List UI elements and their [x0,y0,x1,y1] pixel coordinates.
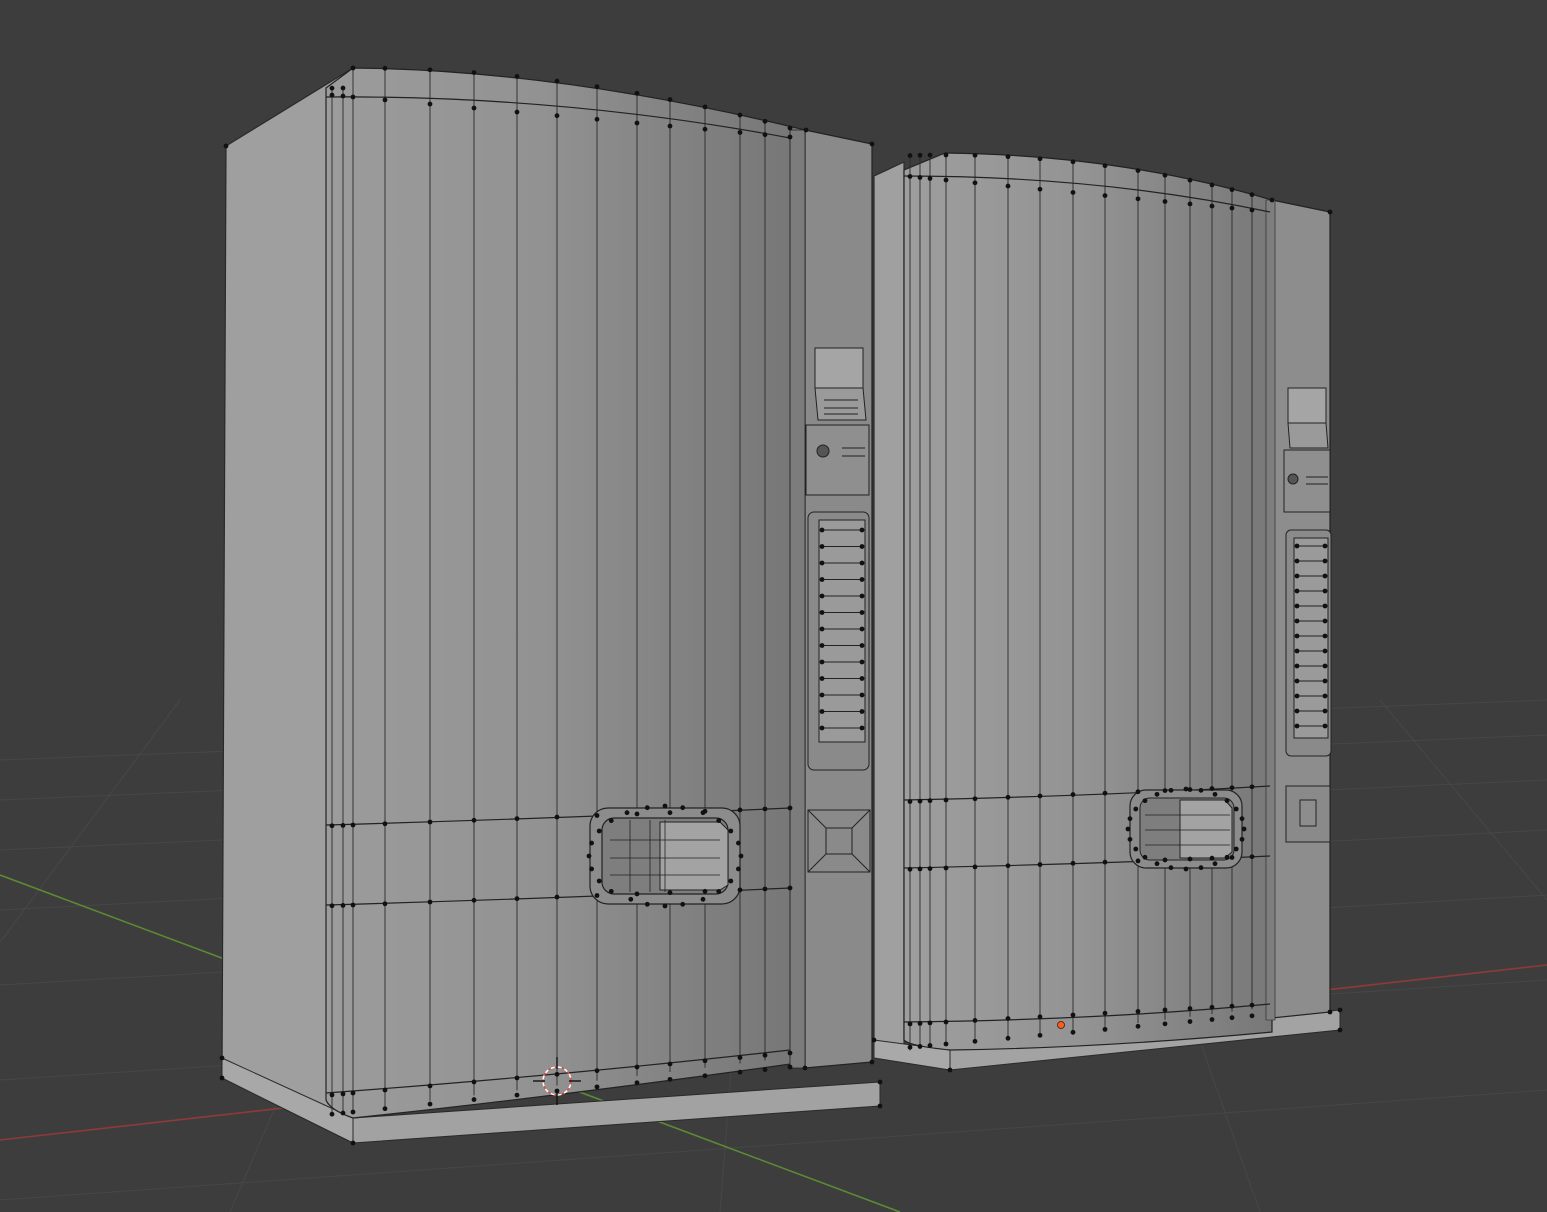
3d-viewport[interactable] [0,0,1547,1212]
viewport-canvas[interactable] [0,0,1547,1212]
front-face [325,67,806,1119]
selection-button-column [1285,529,1332,757]
object-origin-icon[interactable] [1057,1021,1065,1029]
selection-button-column [807,511,870,771]
vending-machine-left[interactable] [219,65,883,1146]
coin-panel [1283,387,1331,513]
left-side-face [873,161,905,1062]
vending-machine-right[interactable] [871,152,1343,1073]
front-face [903,152,1273,1051]
